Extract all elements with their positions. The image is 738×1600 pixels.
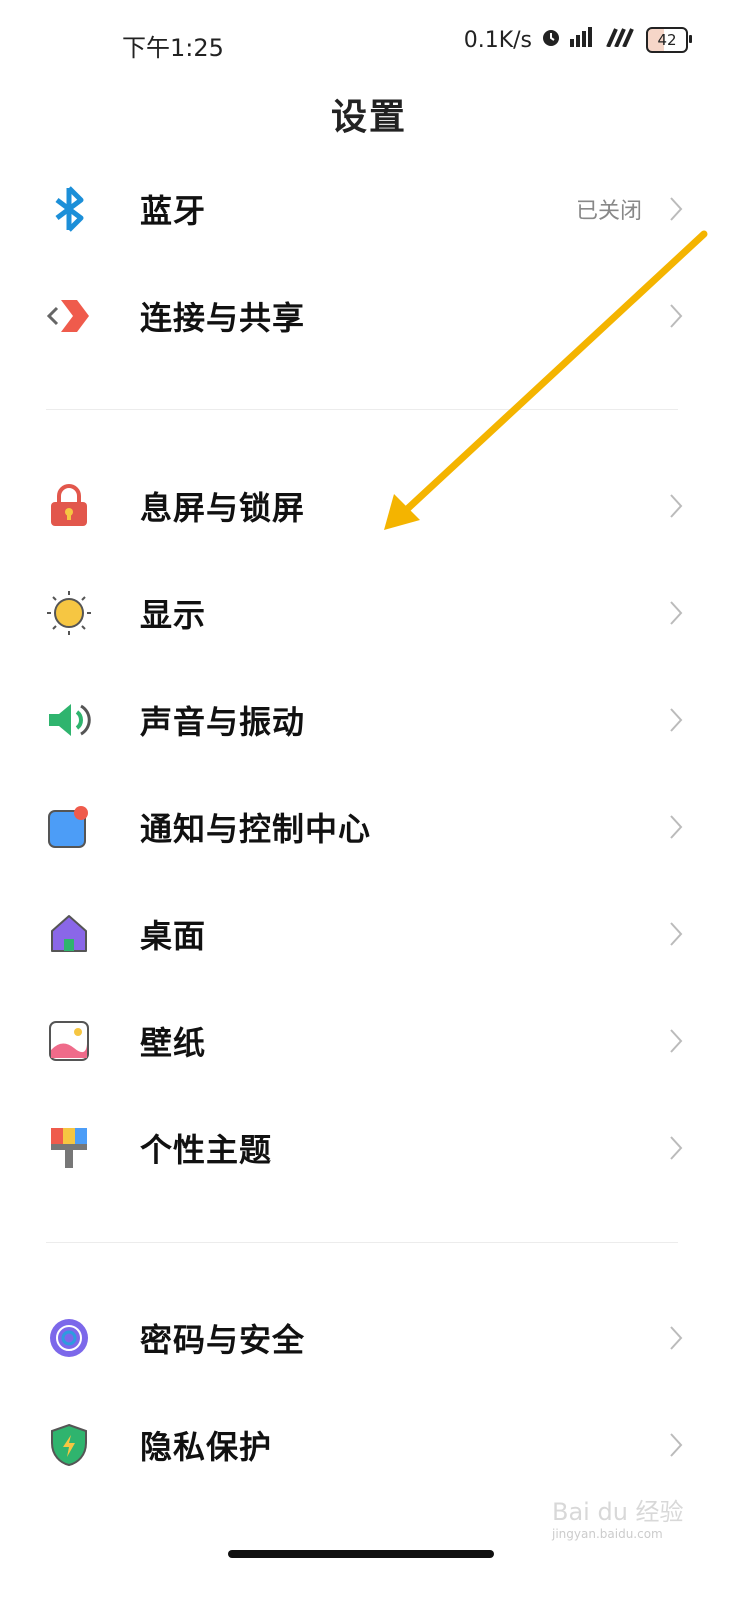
row-label: 息屏与锁屏 bbox=[140, 489, 306, 527]
home-indicator[interactable] bbox=[228, 1550, 494, 1558]
lock-icon bbox=[46, 483, 92, 529]
chevron-right-icon bbox=[666, 921, 686, 947]
row-label: 显示 bbox=[140, 596, 207, 634]
settings-row-connection[interactable]: 连接与共享 bbox=[0, 262, 738, 370]
bluetooth-status: 已关闭 bbox=[575, 199, 642, 224]
theme-brush-icon bbox=[46, 1125, 92, 1171]
wallpaper-icon bbox=[46, 1018, 92, 1064]
settings-row-privacy[interactable]: 隐私保护 bbox=[0, 1391, 738, 1499]
privacy-shield-icon bbox=[46, 1422, 92, 1468]
notification-icon bbox=[46, 804, 92, 850]
connection-share-icon bbox=[46, 293, 92, 339]
chevron-right-icon bbox=[666, 814, 686, 840]
row-label: 蓝牙 bbox=[140, 192, 207, 230]
chevron-right-icon bbox=[666, 1432, 686, 1458]
row-label: 连接与共享 bbox=[140, 299, 306, 337]
alarm-icon bbox=[540, 26, 562, 54]
row-label: 密码与安全 bbox=[140, 1321, 306, 1359]
row-label: 个性主题 bbox=[140, 1131, 273, 1169]
settings-row-sound[interactable]: 声音与振动 bbox=[0, 666, 738, 774]
settings-row-lock-screen[interactable]: 息屏与锁屏 bbox=[0, 452, 738, 560]
settings-row-bluetooth[interactable]: 蓝牙 已关闭 bbox=[0, 155, 738, 263]
settings-row-password-security[interactable]: 密码与安全 bbox=[0, 1284, 738, 1392]
settings-row-wallpaper[interactable]: 壁纸 bbox=[0, 987, 738, 1095]
chevron-right-icon bbox=[666, 493, 686, 519]
row-label: 通知与控制中心 bbox=[140, 810, 372, 848]
row-label: 声音与振动 bbox=[140, 703, 306, 741]
settings-row-home-screen[interactable]: 桌面 bbox=[0, 880, 738, 988]
network-speed: 0.1K/s bbox=[463, 27, 532, 53]
status-icons: 0.1K/s 42 bbox=[463, 26, 692, 54]
chevron-right-icon bbox=[666, 600, 686, 626]
fingerprint-icon bbox=[46, 1315, 92, 1361]
watermark-url: jingyan.baidu.com bbox=[552, 1527, 663, 1541]
page-title: 设置 bbox=[330, 97, 407, 138]
chevron-right-icon bbox=[666, 707, 686, 733]
home-icon bbox=[46, 911, 92, 957]
row-label: 隐私保护 bbox=[140, 1428, 273, 1466]
chevron-right-icon bbox=[666, 1028, 686, 1054]
signal-icon bbox=[570, 27, 598, 53]
section-divider bbox=[46, 1242, 678, 1243]
section-divider bbox=[46, 409, 678, 410]
settings-row-display[interactable]: 显示 bbox=[0, 559, 738, 667]
status-bar: 下午1:25 0.1K/s 42 bbox=[0, 0, 738, 84]
chevron-right-icon bbox=[666, 303, 686, 329]
wifi-signal-icon bbox=[606, 27, 638, 53]
watermark-brand: Bai du 经验 bbox=[552, 1498, 684, 1526]
row-label: 桌面 bbox=[140, 917, 207, 955]
baidu-watermark: Bai du 经验 jingyan.baidu.com bbox=[552, 1492, 692, 1541]
chevron-right-icon bbox=[666, 196, 686, 222]
speaker-icon bbox=[46, 697, 92, 743]
battery-icon: 42 bbox=[646, 27, 692, 53]
row-label: 壁纸 bbox=[140, 1024, 207, 1062]
bluetooth-icon bbox=[46, 186, 92, 232]
sun-icon bbox=[46, 590, 92, 636]
chevron-right-icon bbox=[666, 1325, 686, 1351]
settings-row-themes[interactable]: 个性主题 bbox=[0, 1094, 738, 1202]
chevron-right-icon bbox=[666, 1135, 686, 1161]
status-time: 下午1:25 bbox=[122, 34, 224, 62]
settings-row-notifications[interactable]: 通知与控制中心 bbox=[0, 773, 738, 881]
